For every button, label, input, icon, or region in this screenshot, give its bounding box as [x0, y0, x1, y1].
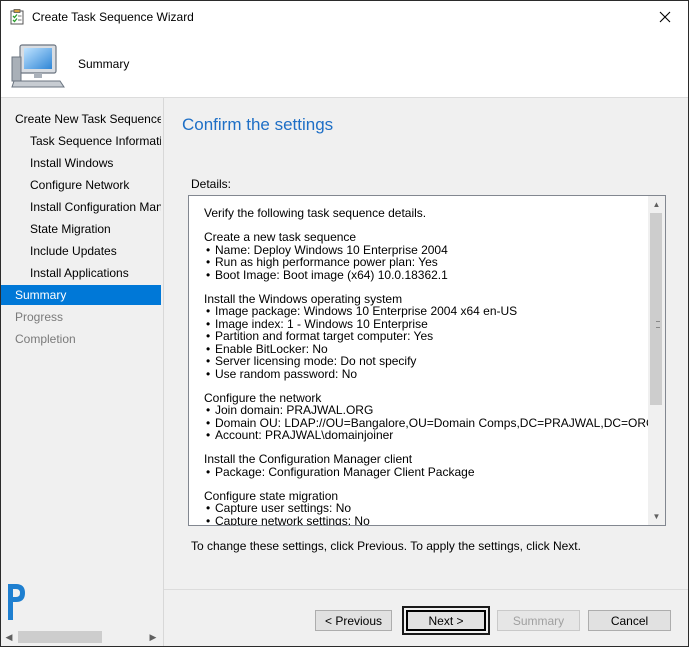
details-section: Install the Configuration Manager client…	[204, 453, 644, 478]
main-panel: Confirm the settings Details: Verify the…	[164, 98, 688, 646]
scroll-left-icon[interactable]: ◀	[1, 629, 17, 645]
details-content: Verify the following task sequence detai…	[204, 206, 655, 525]
detail-item: Capture network settings: No	[204, 514, 644, 525]
title-bar: Create Task Sequence Wizard	[1, 1, 688, 33]
nav-item-install-applications[interactable]: Install Applications	[1, 263, 161, 283]
detail-item: Use random password: No	[204, 367, 644, 381]
summary-button: Summary	[497, 610, 580, 631]
details-textbox[interactable]: Verify the following task sequence detai…	[188, 195, 666, 526]
details-section: Configure the network Join domain: PRAJW…	[204, 391, 655, 442]
instruction-text: To change these settings, click Previous…	[191, 539, 581, 553]
nav-item-create-new-task-sequence[interactable]: Create New Task Sequence	[1, 109, 161, 129]
section-title: Create a new task sequence	[204, 230, 357, 244]
scroll-up-icon[interactable]: ▲	[648, 196, 665, 213]
computer-icon	[11, 44, 65, 88]
window-title: Create Task Sequence Wizard	[32, 10, 194, 24]
wizard-nav: Create New Task Sequence Task Sequence I…	[1, 98, 164, 646]
wizard-app-icon	[10, 9, 24, 25]
nav-item-completion: Completion	[15, 332, 76, 346]
nav-item-install-configuration-manager[interactable]: Install Configuration Manager	[1, 197, 161, 217]
wizard-window: Create Task Sequence Wizard Summary Crea…	[0, 0, 689, 647]
scroll-right-icon[interactable]: ▶	[145, 629, 161, 645]
section-title: Install the Configuration Manager client	[204, 452, 413, 466]
details-section: Configure state migration Capture user s…	[204, 489, 644, 525]
details-label: Details:	[191, 177, 232, 191]
nav-item-summary[interactable]: Summary	[1, 285, 161, 305]
detail-item: Account: PRAJWAL\domainjoiner	[204, 429, 644, 442]
detail-item: Join domain: PRAJWAL.ORG	[204, 404, 644, 417]
brand-logo-icon	[8, 584, 25, 620]
previous-button[interactable]: < Previous	[315, 610, 392, 631]
detail-item: Image package: Windows 10 Enterprise 200…	[204, 305, 644, 318]
header-page-name: Summary	[78, 57, 130, 71]
detail-item: Partition and format target computer: Ye…	[204, 330, 644, 343]
nav-horizontal-scrollbar[interactable]: ◀ ▶	[1, 629, 161, 645]
detail-item: Capture user settings: No	[204, 502, 644, 515]
nav-item-configure-network[interactable]: Configure Network	[1, 175, 161, 195]
nav-item-install-windows[interactable]: Install Windows	[1, 153, 161, 173]
nav-item-progress: Progress	[15, 310, 64, 324]
details-vertical-scrollbar[interactable]: ▲ ▼	[648, 196, 665, 525]
page-heading: Confirm the settings	[182, 115, 334, 134]
detail-item: Server licensing mode: Do not specify	[204, 355, 644, 368]
nav-item-state-migration[interactable]: State Migration	[1, 219, 161, 239]
nav-scroll-thumb[interactable]	[18, 631, 102, 643]
button-divider	[164, 589, 688, 590]
detail-item: Boot Image: Boot image (x64) 10.0.18362.…	[204, 268, 644, 282]
detail-item: Package: Configuration Manager Client Pa…	[204, 465, 644, 479]
wizard-header: Summary	[1, 33, 688, 98]
detail-item: Run as high performance power plan: Yes	[204, 256, 644, 269]
nav-item-task-sequence-information[interactable]: Task Sequence Information	[1, 131, 161, 151]
scroll-down-icon[interactable]: ▼	[648, 508, 665, 525]
close-icon	[659, 11, 671, 23]
details-section: Create a new task sequence Name: Deploy …	[204, 231, 644, 281]
close-button[interactable]	[642, 1, 688, 33]
details-scroll-thumb[interactable]	[650, 213, 662, 405]
next-button[interactable]: Next >	[406, 610, 486, 631]
details-section: Install the Windows operating system Ima…	[204, 292, 644, 381]
details-intro: Verify the following task sequence detai…	[204, 206, 427, 220]
nav-item-include-updates[interactable]: Include Updates	[1, 241, 161, 261]
cancel-button[interactable]: Cancel	[588, 610, 671, 631]
